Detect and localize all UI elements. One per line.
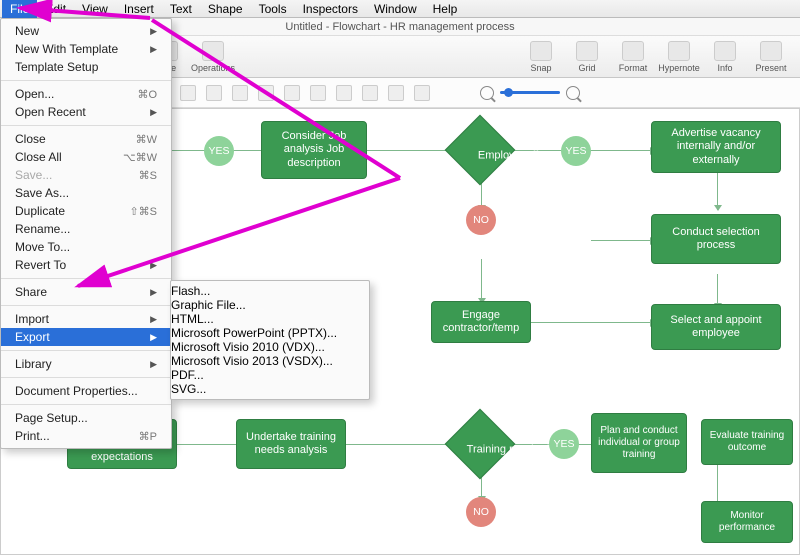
diamond-text: Training required? bbox=[461, 444, 561, 456]
box-monitor[interactable]: Monitor performance bbox=[701, 501, 793, 543]
menu-tools[interactable]: Tools bbox=[251, 0, 295, 18]
box-conduct-selection[interactable]: Conduct selection process bbox=[651, 214, 781, 264]
export-submenu[interactable]: Flash...Graphic File...HTML...Microsoft … bbox=[170, 280, 370, 400]
tool-hypernote[interactable]: Hypernote bbox=[658, 41, 700, 73]
connector bbox=[481, 259, 482, 299]
menu-inspectors[interactable]: Inspectors bbox=[295, 0, 366, 18]
submenu-item-microsoft-powerpoint-pptx-[interactable]: Microsoft PowerPoint (PPTX)... bbox=[171, 326, 369, 340]
tool-icon[interactable] bbox=[414, 85, 430, 101]
menu-window[interactable]: Window bbox=[366, 0, 425, 18]
submenu-item-graphic-file-[interactable]: Graphic File... bbox=[171, 298, 369, 312]
menu-item-open-recent[interactable]: Open Recent▶ bbox=[1, 103, 171, 121]
box-consider[interactable]: Consider Job analysis Job description bbox=[261, 121, 367, 179]
menu-insert[interactable]: Insert bbox=[116, 0, 162, 18]
tool-icon[interactable] bbox=[388, 85, 404, 101]
diamond-employ-staff[interactable]: Employ staff? bbox=[445, 115, 516, 186]
connector bbox=[591, 240, 651, 241]
tool-icon[interactable] bbox=[310, 85, 326, 101]
tool-icon[interactable] bbox=[336, 85, 352, 101]
tool-operations[interactable]: Operations bbox=[192, 41, 234, 73]
tool-format[interactable]: Format bbox=[612, 41, 654, 73]
tool-grid[interactable]: Grid bbox=[566, 41, 608, 73]
tool-info[interactable]: Info bbox=[704, 41, 746, 73]
tool-icon[interactable] bbox=[362, 85, 378, 101]
menu-item-export[interactable]: Export▶ bbox=[1, 328, 171, 346]
zoom-slider[interactable] bbox=[500, 91, 560, 94]
menu-item-rename-[interactable]: Rename... bbox=[1, 220, 171, 238]
box-select-appoint[interactable]: Select and appoint employee bbox=[651, 304, 781, 350]
tool-icon[interactable] bbox=[284, 85, 300, 101]
menu-item-page-setup-[interactable]: Page Setup... bbox=[1, 409, 171, 427]
zoom-in-icon[interactable] bbox=[566, 86, 580, 100]
box-plan-conduct[interactable]: Plan and conduct individual or group tra… bbox=[591, 413, 687, 473]
diamond-text: Employ staff? bbox=[461, 150, 561, 162]
menu-item-move-to-[interactable]: Move To... bbox=[1, 238, 171, 256]
menu-item-save-as-[interactable]: Save As... bbox=[1, 184, 171, 202]
zoom-out-icon[interactable] bbox=[480, 86, 494, 100]
submenu-item-flash-[interactable]: Flash... bbox=[171, 284, 369, 298]
zoom-controls bbox=[480, 86, 580, 100]
menu-item-open-[interactable]: Open...⌘O bbox=[1, 85, 171, 103]
submenu-item-pdf-[interactable]: PDF... bbox=[171, 368, 369, 382]
tool-present[interactable]: Present bbox=[750, 41, 792, 73]
submenu-item-svg-[interactable]: SVG... bbox=[171, 382, 369, 396]
menu-item-new[interactable]: New▶ bbox=[1, 22, 171, 40]
tool-icon[interactable] bbox=[180, 85, 196, 101]
menu-item-close[interactable]: Close⌘W bbox=[1, 130, 171, 148]
chip-no: NO bbox=[466, 205, 496, 235]
submenu-item-microsoft-visio-2013-vsdx-[interactable]: Microsoft Visio 2013 (VSDX)... bbox=[171, 354, 369, 368]
file-menu-dropdown[interactable]: New▶New With Template▶Template Setup Open… bbox=[0, 18, 172, 449]
chip-no: NO bbox=[466, 497, 496, 527]
tool-icon[interactable] bbox=[206, 85, 222, 101]
menu-item-import[interactable]: Import▶ bbox=[1, 310, 171, 328]
menu-item-document-properties-[interactable]: Document Properties... bbox=[1, 382, 171, 400]
menu-text[interactable]: Text bbox=[162, 0, 200, 18]
submenu-item-html-[interactable]: HTML... bbox=[171, 312, 369, 326]
chip-yes: YES bbox=[549, 429, 579, 459]
box-engage[interactable]: Engage contractor/temp bbox=[431, 301, 531, 343]
box-undertake[interactable]: Undertake training needs analysis bbox=[236, 419, 346, 469]
menu-item-share[interactable]: Share▶ bbox=[1, 283, 171, 301]
submenu-item-microsoft-visio-2010-vdx-[interactable]: Microsoft Visio 2010 (VDX)... bbox=[171, 340, 369, 354]
menu-item-revert-to[interactable]: Revert To▶ bbox=[1, 256, 171, 274]
menubar: FileEditViewInsertTextShapeToolsInspecto… bbox=[0, 0, 800, 18]
menu-shape[interactable]: Shape bbox=[200, 0, 251, 18]
menu-item-print-[interactable]: Print...⌘P bbox=[1, 427, 171, 445]
menu-edit[interactable]: Edit bbox=[37, 0, 74, 18]
menu-item-library[interactable]: Library▶ bbox=[1, 355, 171, 373]
menu-view[interactable]: View bbox=[74, 0, 116, 18]
menu-item-save-: Save...⌘S bbox=[1, 166, 171, 184]
connector bbox=[717, 171, 718, 206]
diamond-training[interactable]: Training required? bbox=[445, 409, 516, 480]
chip-yes: YES bbox=[204, 136, 234, 166]
menu-item-close-all[interactable]: Close All⌥⌘W bbox=[1, 148, 171, 166]
box-advertise[interactable]: Advertise vacancy internally and/or exte… bbox=[651, 121, 781, 173]
tool-snap[interactable]: Snap bbox=[520, 41, 562, 73]
connector bbox=[531, 322, 651, 323]
menu-item-duplicate[interactable]: Duplicate⇧⌘S bbox=[1, 202, 171, 220]
menu-item-template-setup[interactable]: Template Setup bbox=[1, 58, 171, 76]
menu-help[interactable]: Help bbox=[425, 0, 466, 18]
box-evaluate[interactable]: Evaluate training outcome bbox=[701, 419, 793, 465]
tool-icon[interactable] bbox=[258, 85, 274, 101]
menu-item-new-with-template[interactable]: New With Template▶ bbox=[1, 40, 171, 58]
chip-yes: YES bbox=[561, 136, 591, 166]
connector bbox=[717, 274, 718, 304]
tool-icon[interactable] bbox=[232, 85, 248, 101]
menu-file[interactable]: File bbox=[2, 0, 37, 18]
